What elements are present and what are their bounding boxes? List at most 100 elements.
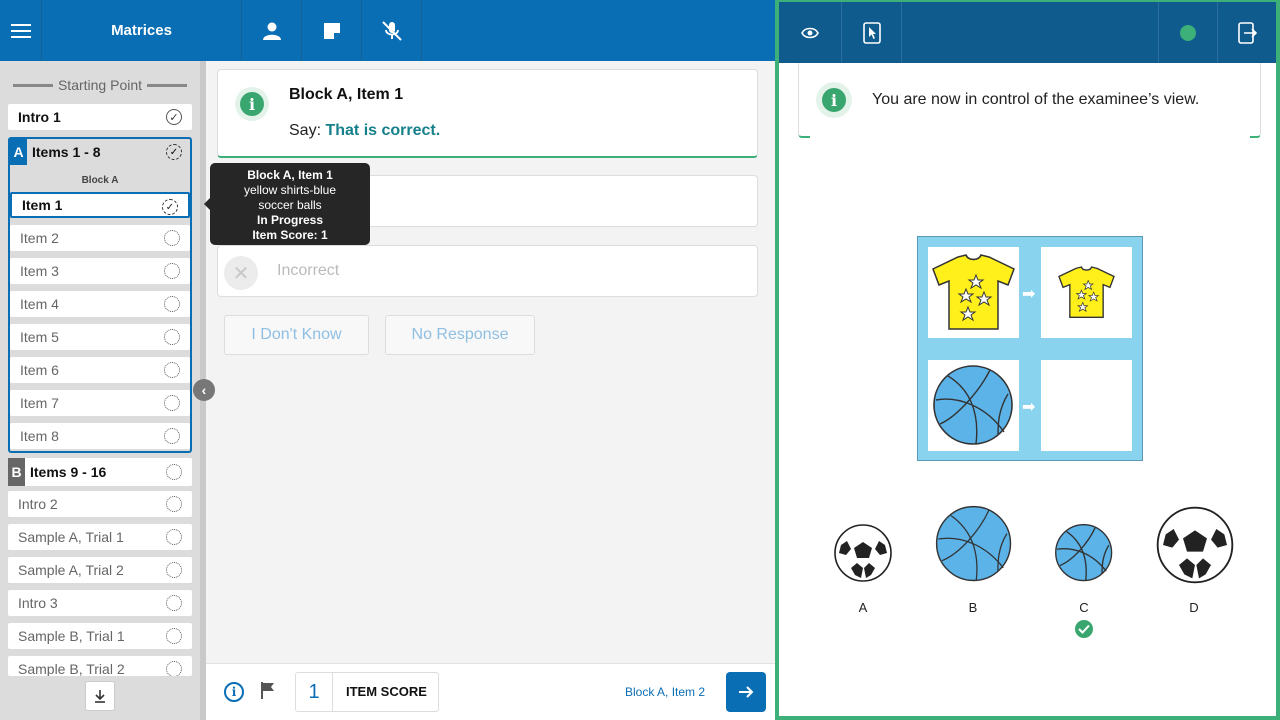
info-icon: i [235, 87, 269, 121]
status-dot-icon [1180, 24, 1196, 41]
not-started-icon [164, 428, 180, 444]
option-d-label: D [1189, 600, 1199, 615]
option-a-image[interactable] [833, 523, 893, 588]
block-a-subtitle: Block A [81, 175, 119, 186]
block-a-badge: A [10, 139, 27, 165]
say-instruction: Say: That is correct. [289, 122, 441, 139]
sidebar-item-intro-1[interactable]: Intro 1 ✓ [8, 104, 192, 130]
not-started-icon [166, 464, 182, 480]
starting-point-label: Starting Point [8, 75, 192, 95]
flag-icon[interactable] [260, 681, 276, 704]
download-icon [95, 690, 105, 703]
card-title: Block A, Item 1 [289, 86, 404, 103]
sidebar-item-sample-b-trial-1[interactable]: Sample B, Trial 1 [8, 623, 192, 649]
not-started-icon [166, 496, 182, 512]
selected-check-icon [1075, 620, 1093, 638]
sidebar-item-label: Item 6 [20, 362, 59, 378]
info-icon[interactable]: i [224, 682, 244, 702]
close-icon: ✕ [224, 256, 258, 290]
block-b-title: Items 9 - 16 [30, 464, 107, 480]
collapse-sidebar-button[interactable]: ‹ [193, 379, 215, 401]
tooltip-status: In Progress [256, 213, 324, 227]
sidebar-item-item-1[interactable]: Item 1 ✓ [10, 192, 190, 218]
in-progress-icon: ✓ [162, 199, 178, 215]
sidebar-item-item-5[interactable]: Item 5 [10, 324, 190, 350]
not-started-icon [164, 230, 180, 246]
not-started-icon [164, 329, 180, 345]
notes-button[interactable] [302, 0, 362, 61]
sidebar-item-intro-3[interactable]: Intro 3 [8, 590, 192, 616]
sidebar-item-label: Intro 3 [18, 595, 58, 611]
sidebar-item-sample-a-trial-2[interactable]: Sample A, Trial 2 [8, 557, 192, 583]
item-tooltip: Block A, Item 1 yellow shirts-blue socce… [210, 163, 370, 245]
option-c-label: C [1079, 600, 1089, 615]
hamburger-icon [10, 23, 31, 38]
not-started-icon [166, 628, 182, 644]
sidebar-item-sample-b-trial-2[interactable]: Sample B, Trial 2 [8, 656, 192, 676]
sidebar-item-item-6[interactable]: Item 6 [10, 357, 190, 383]
exit-view-button[interactable] [1218, 2, 1276, 63]
block-b-header[interactable]: B Items 9 - 16 [8, 458, 192, 486]
sidebar-item-label: Sample B, Trial 2 [18, 661, 125, 676]
sidebar-item-label: Item 3 [20, 263, 59, 279]
not-started-icon [166, 661, 182, 676]
sidebar-item-label: Intro 2 [18, 496, 58, 512]
option-c-image[interactable] [1053, 522, 1115, 589]
i-dont-know-button[interactable]: I Don't Know [224, 315, 369, 355]
eye-icon [801, 27, 819, 38]
option-b-image[interactable] [933, 503, 1015, 590]
item-score-label: ITEM SCORE [346, 684, 427, 699]
sidebar-item-label: Item 1 [22, 197, 63, 213]
download-button[interactable] [85, 681, 115, 711]
instruction-card [217, 69, 758, 158]
sidebar-item-item-8[interactable]: Item 8 [10, 423, 190, 449]
sidebar-item-sample-a-trial-1[interactable]: Sample A, Trial 1 [8, 524, 192, 550]
chevron-left-icon: ‹ [201, 382, 207, 398]
examinee-button[interactable] [242, 0, 302, 61]
option-a-label: A [858, 600, 868, 615]
page-title: Matrices [42, 0, 242, 61]
sidebar-item-label: Item 4 [20, 296, 59, 312]
tablet-control-button[interactable] [842, 2, 902, 63]
sidebar-item-label: Sample B, Trial 1 [18, 628, 125, 644]
view-button[interactable] [779, 2, 842, 63]
tooltip-title: Block A, Item 1 [247, 168, 333, 182]
yellow-shirt-icon [932, 254, 1015, 330]
note-icon [323, 22, 340, 39]
block-b-badge: B [8, 458, 25, 486]
info-icon: i [816, 82, 852, 118]
matrix-cell-answer-empty [1041, 360, 1132, 451]
mic-toggle[interactable] [362, 0, 422, 61]
matrix-cell-large-shirt [928, 247, 1019, 338]
control-notice-text: You are now in control of the examinee’s… [872, 91, 1200, 108]
menu-button[interactable] [0, 0, 42, 61]
sidebar-item-label: Item 7 [20, 395, 59, 411]
not-started-icon [164, 296, 180, 312]
option-d-image[interactable] [1155, 505, 1235, 590]
person-icon [262, 22, 281, 40]
no-response-button[interactable]: No Response [385, 315, 535, 355]
not-started-icon [166, 562, 182, 578]
exit-tablet-icon [1238, 21, 1257, 44]
sidebar-item-label: Sample A, Trial 2 [18, 562, 124, 578]
sidebar-item-item-4[interactable]: Item 4 [10, 291, 190, 317]
sidebar-item-item-2[interactable]: Item 2 [10, 225, 190, 251]
mic-off-icon [381, 20, 402, 41]
block-a-header[interactable]: A Items 1 - 8 ✓ [10, 139, 190, 165]
tooltip-desc-1: yellow shirts-blue [243, 183, 337, 197]
sidebar-item-label: Intro 1 [18, 109, 61, 125]
sidebar-item-intro-2[interactable]: Intro 2 [8, 491, 192, 517]
sidebar-item-label: Item 8 [20, 428, 59, 444]
arrow-right-icon: ➡ [1022, 286, 1036, 303]
sidebar-item-item-3[interactable]: Item 3 [10, 258, 190, 284]
arrow-right-icon [739, 686, 754, 698]
not-started-icon [166, 529, 182, 545]
sidebar-item-item-7[interactable]: Item 7 [10, 390, 190, 416]
item-score-value[interactable]: 1 [296, 673, 333, 711]
next-item-button[interactable] [726, 672, 766, 712]
not-started-icon [164, 395, 180, 411]
in-progress-icon: ✓ [166, 144, 182, 160]
complete-icon: ✓ [166, 109, 182, 125]
block-a-title: Items 1 - 8 [32, 144, 101, 160]
connection-status [1158, 2, 1218, 63]
